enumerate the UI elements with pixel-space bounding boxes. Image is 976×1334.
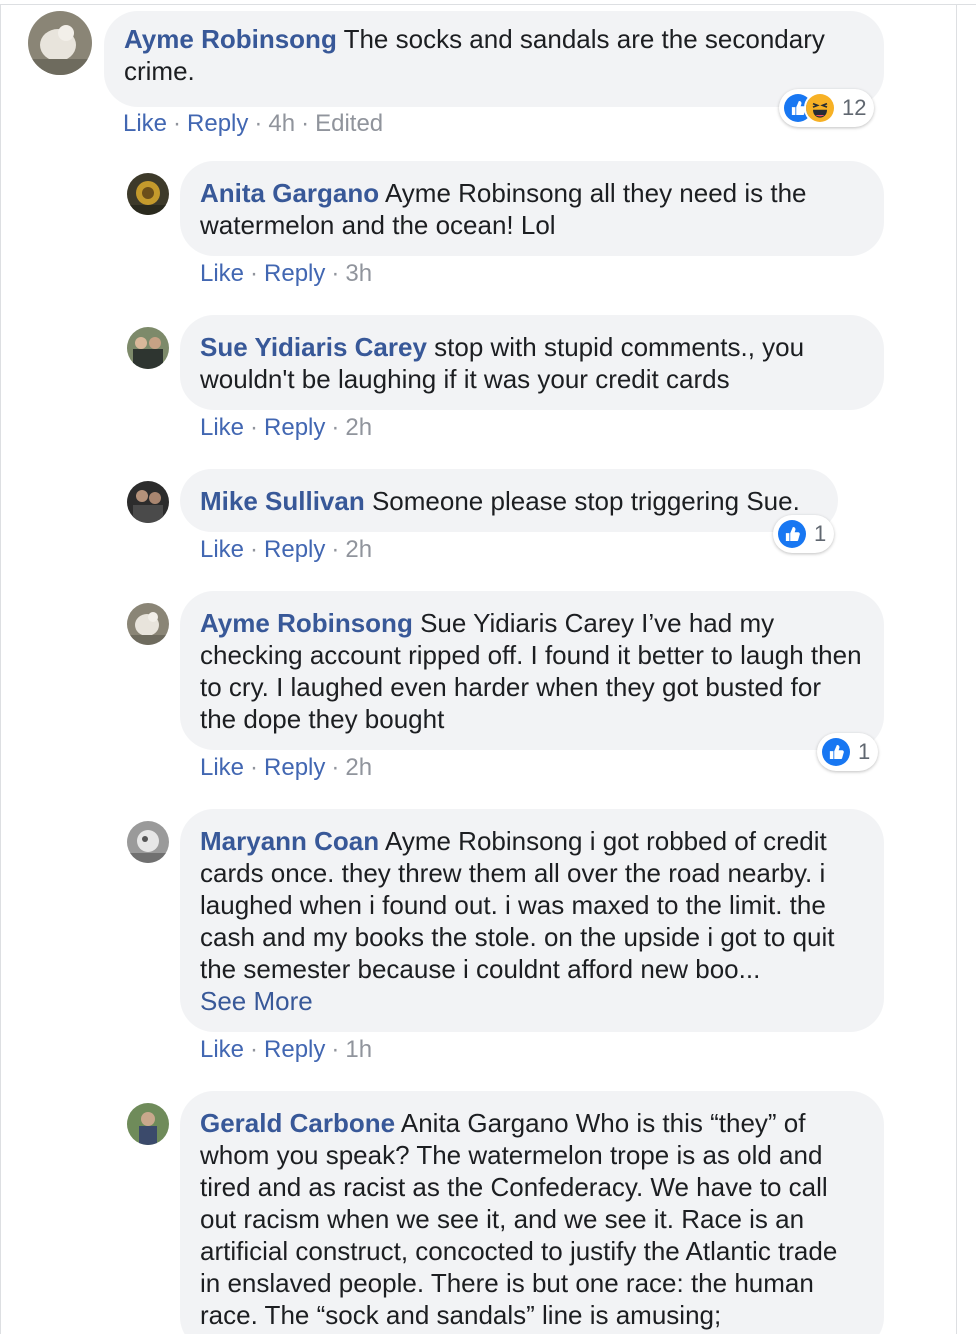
timestamp[interactable]: 1h <box>345 1036 372 1063</box>
reply-bubble: Maryann Coan Ayme Robinsong i got robbed… <box>180 809 884 1032</box>
commenter-name[interactable]: Ayme Robinsong <box>124 24 337 54</box>
reply-bubble: Mike Sullivan Someone please stop trigge… <box>180 469 838 532</box>
separator: · <box>331 754 340 781</box>
separator: · <box>301 110 310 137</box>
like-link[interactable]: Like <box>200 536 244 563</box>
comment-actions: Like · Reply · 2h <box>200 535 372 565</box>
like-link[interactable]: Like <box>200 754 244 781</box>
reply-link[interactable]: Reply <box>264 536 325 563</box>
separator: · <box>254 110 263 137</box>
timestamp[interactable]: 3h <box>345 260 372 287</box>
timestamp[interactable]: 2h <box>345 414 372 441</box>
like-reaction-icon <box>776 518 808 550</box>
reaction-count: 12 <box>842 95 867 120</box>
like-reaction-icon <box>820 736 852 768</box>
separator: · <box>250 414 259 441</box>
comment-bubble: Ayme Robinsong The socks and sandals are… <box>104 11 884 107</box>
avatar[interactable] <box>28 11 92 75</box>
reply-bubble: Sue Yidiaris Carey stop with stupid comm… <box>180 315 884 410</box>
like-link[interactable]: Like <box>200 1036 244 1063</box>
separator: · <box>250 536 259 563</box>
see-more-link[interactable]: See More <box>200 985 864 1017</box>
reply-bubble: Gerald Carbone Anita Gargano Who is this… <box>180 1091 884 1334</box>
reply-link[interactable]: Reply <box>187 110 248 137</box>
reaction-summary[interactable]: 1 <box>817 733 879 771</box>
reaction-count: 1 <box>858 739 871 764</box>
like-link[interactable]: Like <box>200 260 244 287</box>
commenter-name[interactable]: Anita Gargano <box>200 178 379 208</box>
avatar[interactable] <box>127 327 169 369</box>
avatar[interactable] <box>127 481 169 523</box>
separator: · <box>173 110 182 137</box>
haha-reaction-icon <box>804 92 836 124</box>
commenter-name[interactable]: Maryann Coan <box>200 826 379 856</box>
commenter-name[interactable]: Gerald Carbone <box>200 1108 395 1138</box>
separator: · <box>331 414 340 441</box>
separator: · <box>250 1036 259 1063</box>
avatar[interactable] <box>127 821 169 863</box>
separator: · <box>331 536 340 563</box>
comment-actions: Like · Reply · 1h <box>200 1035 372 1065</box>
reply-link[interactable]: Reply <box>264 260 325 287</box>
avatar[interactable] <box>127 603 169 645</box>
reply-link[interactable]: Reply <box>264 1036 325 1063</box>
like-link[interactable]: Like <box>200 414 244 441</box>
reply-link[interactable]: Reply <box>264 414 325 441</box>
timestamp[interactable]: 2h <box>345 754 372 781</box>
comment-actions: Like · Reply · 2h <box>200 413 372 443</box>
reaction-summary[interactable]: 12 <box>779 89 875 127</box>
timestamp[interactable]: 2h <box>345 536 372 563</box>
comment-actions: Like · Reply · 2h <box>200 753 372 783</box>
like-link[interactable]: Like <box>123 110 167 137</box>
commenter-name[interactable]: Mike Sullivan <box>200 486 365 516</box>
avatar[interactable] <box>127 173 169 215</box>
reply-bubble: Anita Gargano Ayme Robinsong all they ne… <box>180 161 884 256</box>
commenter-name[interactable]: Sue Yidiaris Carey <box>200 332 427 362</box>
separator: · <box>250 260 259 287</box>
avatar[interactable] <box>127 1103 169 1145</box>
reply-bubble: Ayme Robinsong Sue Yidiaris Carey I’ve h… <box>180 591 884 750</box>
commenter-name[interactable]: Ayme Robinsong <box>200 608 413 638</box>
timestamp[interactable]: 4h <box>268 110 295 137</box>
reaction-summary[interactable]: 1 <box>773 515 835 553</box>
reaction-count: 1 <box>814 521 827 546</box>
comment-text: Someone please stop triggering Sue. <box>371 486 800 516</box>
comment-actions: Like · Reply · 4h · Edited <box>123 109 383 139</box>
separator: · <box>331 260 340 287</box>
frame-divider <box>956 4 957 1334</box>
comment-actions: Like · Reply · 3h <box>200 259 372 289</box>
reply-link[interactable]: Reply <box>264 754 325 781</box>
comment-text: Anita Gargano Who is this “they” of whom… <box>200 1108 838 1330</box>
separator: · <box>250 754 259 781</box>
edited-label[interactable]: Edited <box>315 110 383 137</box>
separator: · <box>331 1036 340 1063</box>
